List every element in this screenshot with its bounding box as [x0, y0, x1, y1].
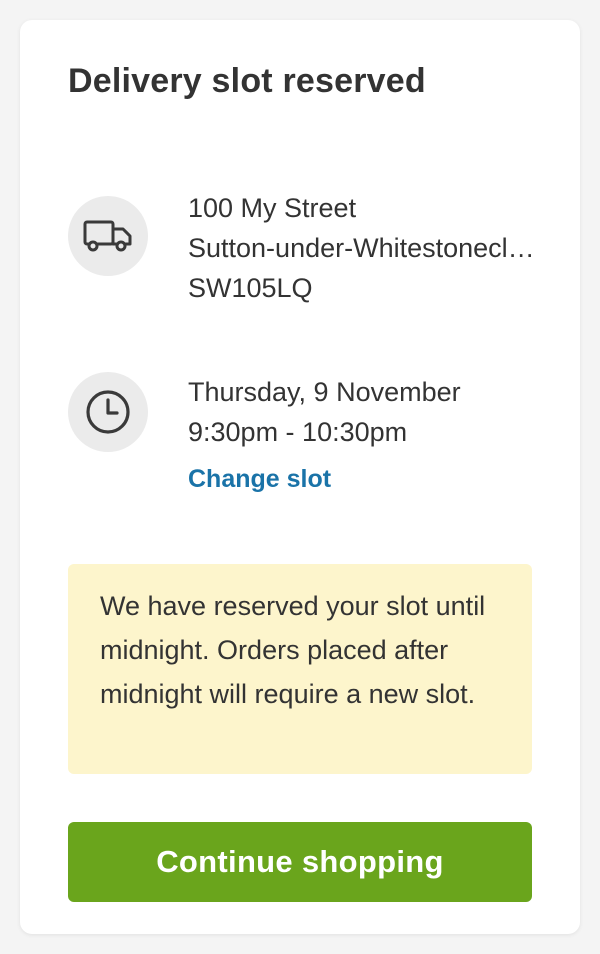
truck-icon: [68, 196, 148, 276]
reservation-notice: We have reserved your slot until midnigh…: [68, 564, 532, 774]
delivery-slot-time: Thursday, 9 November 9:30pm - 10:30pm: [188, 372, 548, 452]
slot-date: Thursday, 9 November: [188, 377, 461, 407]
delivery-address: 100 My Street Sutton-under-Whitestonecli…: [188, 188, 538, 308]
address-postcode: SW105LQ: [188, 273, 313, 303]
clock-icon: [68, 372, 148, 452]
address-line-2: Sutton-under-Whitestonecliffe: [188, 233, 538, 263]
slot-time: 9:30pm - 10:30pm: [188, 417, 408, 447]
continue-shopping-button[interactable]: Continue shopping: [68, 822, 532, 902]
delivery-slot-card: Delivery slot reserved 100 My Street Sut…: [20, 20, 580, 934]
card-title: Delivery slot reserved: [68, 62, 426, 100]
change-slot-link[interactable]: Change slot: [188, 465, 331, 494]
address-line-1: 100 My Street: [188, 193, 357, 223]
